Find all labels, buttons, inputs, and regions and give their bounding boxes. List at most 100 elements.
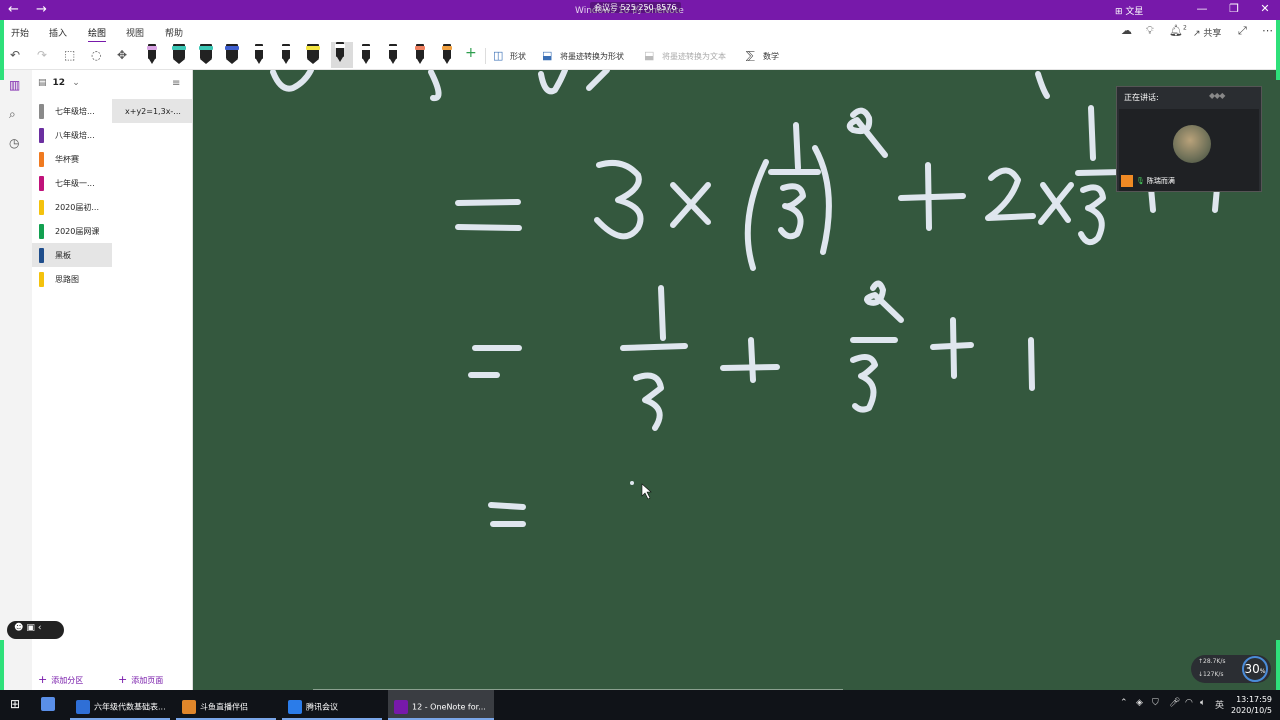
section-item[interactable]: 2020届初...	[32, 195, 112, 219]
redo-icon[interactable]: ↷	[37, 48, 47, 62]
lasso-select-icon[interactable]: ⬚	[64, 48, 75, 62]
section-item[interactable]: 2020届网课	[32, 219, 112, 243]
notebook-name: 12	[52, 78, 66, 88]
notebooks-icon[interactable]: ▥	[9, 78, 20, 92]
plus-icon: +	[118, 673, 128, 686]
pen-tool[interactable]	[384, 44, 402, 66]
chat-icon[interactable]: ▣	[26, 623, 38, 633]
mouse-cursor-icon	[641, 483, 652, 500]
ink-to-shape-button[interactable]: 将墨迹转换为形状	[560, 51, 624, 62]
add-page-button[interactable]: + 添加页面	[118, 673, 163, 686]
pen-tool[interactable]	[330, 42, 353, 68]
search-icon[interactable]: ⌕	[9, 107, 16, 122]
forward-icon[interactable]: →	[36, 2, 47, 17]
app-icon	[288, 700, 302, 714]
eraser-icon[interactable]: ◌	[91, 48, 101, 62]
pen-color-swatch	[334, 44, 345, 48]
undo-icon[interactable]: ↶	[10, 48, 20, 62]
taskbar-app-button[interactable]: 12 - OneNote for...	[388, 690, 494, 720]
pen-tool[interactable]	[304, 44, 322, 66]
section-item[interactable]: 思路图	[32, 267, 112, 291]
tab-insert[interactable]: 插入	[49, 26, 67, 39]
minimize-button[interactable]: —	[1192, 2, 1212, 15]
add-section-button[interactable]: + 添加分区	[38, 673, 83, 686]
sync-icon[interactable]: ☁	[1121, 24, 1132, 37]
expand-icon[interactable]: ⤢	[1238, 24, 1247, 38]
add-space-icon[interactable]: ✥	[117, 48, 127, 62]
taskbar-app-button[interactable]: 斗鱼直播伴侣	[176, 690, 276, 720]
pen-tip	[417, 59, 423, 64]
system-clock[interactable]: 13:17:59 2020/10/5	[1228, 694, 1272, 716]
back-icon[interactable]: ←	[8, 2, 19, 17]
volume-icon[interactable]: 🔈︎	[1200, 698, 1205, 708]
pen-tip	[390, 59, 397, 64]
section-color-tab	[39, 128, 44, 143]
notification-count: 2	[1182, 24, 1187, 32]
network-speed-widget[interactable]: ↑28.7K/s ↓127K/s 30%	[1191, 655, 1271, 683]
restore-button[interactable]: ❐	[1224, 2, 1244, 15]
tab-draw[interactable]: 绘图	[88, 26, 107, 43]
wifi-icon[interactable]: ◠	[1185, 698, 1193, 708]
notebook-selector[interactable]: ▤ 12 ⌄	[38, 78, 80, 88]
section-color-tab	[39, 152, 44, 167]
pen-tool[interactable]	[223, 44, 241, 66]
bot-icon[interactable]: ☻	[14, 623, 26, 633]
page-item[interactable]: x+y2=1,3x-...	[112, 99, 192, 123]
left-rail: ▥ ⌕ ◷	[0, 70, 32, 690]
tab-view[interactable]: 视图	[126, 26, 144, 39]
pen-color-swatch	[305, 46, 320, 50]
ink-to-text-button[interactable]: 将墨迹转换为文本	[662, 51, 726, 62]
pen-tool[interactable]	[170, 44, 188, 66]
chevron-up-icon[interactable]: ⌃	[1120, 698, 1128, 708]
share-button[interactable]: ↗ 共享	[1193, 26, 1221, 39]
ime-indicator[interactable]: 英	[1215, 698, 1224, 711]
app-icon	[182, 700, 196, 714]
tab-help[interactable]: 帮助	[165, 26, 183, 39]
speaker-video-panel[interactable]: 正在讲话: ◆◆◆ 🎙︎ 陈瑞而满	[1116, 86, 1262, 192]
bell-icon[interactable]: 🔔︎2	[1169, 24, 1187, 37]
shapes-button[interactable]: 形状	[510, 51, 526, 62]
upload-speed: ↑28.7K/s	[1198, 658, 1226, 665]
download-speed: ↓127K/s	[1198, 671, 1224, 678]
floating-controls[interactable]: ☻▣‹	[7, 621, 64, 639]
math-button[interactable]: 数学	[763, 51, 779, 62]
section-item[interactable]: 七年级一...	[32, 171, 112, 195]
meeting-id-badge: 会议号 525 250 8576	[590, 2, 681, 13]
chevron-left-icon[interactable]: ‹	[38, 623, 45, 633]
tray-app-icon[interactable]: ◈	[1136, 698, 1143, 708]
pen-color-swatch	[281, 46, 291, 50]
shield-icon[interactable]: ⛉	[1152, 698, 1159, 708]
taskbar-app-button[interactable]: 六年级代数基础表...	[70, 690, 170, 720]
section-label: 思路图	[55, 275, 79, 284]
taskbar-app-button[interactable]: 腾讯会议	[282, 690, 382, 720]
pen-tool[interactable]	[357, 44, 375, 66]
section-item[interactable]: 华杯赛	[32, 147, 112, 171]
pen-tool[interactable]	[250, 44, 268, 66]
more-icon[interactable]: ⋯	[1262, 24, 1273, 37]
section-item[interactable]: 八年级培...	[32, 123, 112, 147]
recent-icon[interactable]: ◷	[9, 136, 19, 150]
pen-tool[interactable]	[143, 44, 161, 66]
close-button[interactable]: ✕	[1255, 2, 1275, 15]
pinned-app-icon[interactable]	[36, 690, 64, 720]
pen-tool[interactable]	[438, 44, 456, 66]
app-label: 12 - OneNote for...	[412, 702, 486, 712]
pen-color-swatch	[225, 46, 240, 50]
microphone-tray-icon[interactable]: 🎤︎	[1169, 698, 1180, 708]
pen-tool[interactable]	[411, 44, 429, 66]
share-frame-marker	[1276, 20, 1280, 80]
pen-tip	[226, 59, 239, 64]
user-name[interactable]: ⊞ 文星	[1115, 4, 1143, 17]
toolbar-divider	[485, 48, 486, 64]
pen-tool[interactable]	[277, 44, 295, 66]
section-item[interactable]: 七年级培...	[32, 99, 112, 123]
add-pen-icon[interactable]: +	[465, 45, 477, 61]
pen-tool[interactable]	[197, 44, 215, 66]
microphone-icon: 🎙︎	[1136, 177, 1145, 185]
sort-icon[interactable]: ≡	[172, 78, 180, 89]
windows-start-icon[interactable]: ⊞	[10, 690, 20, 720]
section-item[interactable]: 黑板	[32, 243, 112, 267]
pen-tip	[443, 59, 450, 64]
tab-home[interactable]: 开始	[11, 26, 29, 39]
lightbulb-icon[interactable]: 💡︎	[1146, 24, 1154, 38]
